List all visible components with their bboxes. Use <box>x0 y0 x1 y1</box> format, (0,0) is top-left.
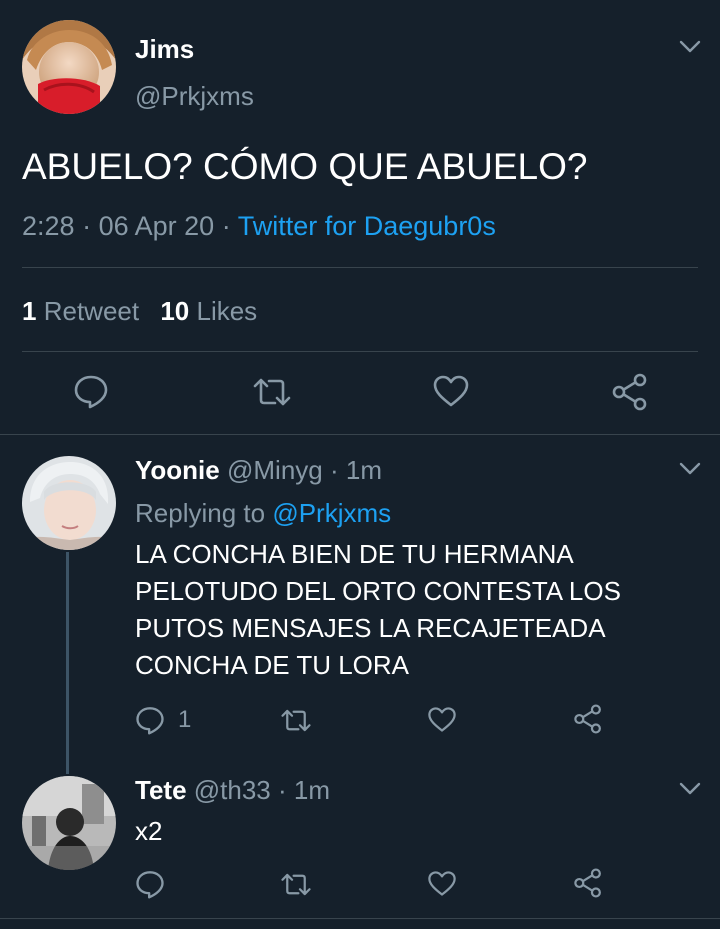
tweet-detail-screen: Jims @Prkjxms ABUELO? CÓMO QUE ABUELO? 2… <box>0 0 720 929</box>
handle[interactable]: @Prkjxms <box>135 80 254 112</box>
tweet-meta: 2:28 · 06 Apr 20 · Twitter for Daegubr0s <box>22 209 496 243</box>
avatar-jims[interactable] <box>22 20 116 114</box>
reply-count: 1 <box>178 706 192 733</box>
retweet-count: 1 <box>22 296 37 326</box>
engagement-stats: 1 Retweet 10 Likes <box>22 294 257 328</box>
reply-header: Yoonie @Minyg · 1m <box>135 453 382 487</box>
reply-text-line: PELOTUDO DEL ORTO CONTESTA LOS <box>135 576 621 606</box>
reply-icon[interactable] <box>135 869 165 899</box>
retweet-icon[interactable] <box>280 871 312 898</box>
replying-to-handle[interactable]: @Prkjxms <box>272 498 391 528</box>
divider <box>0 434 720 435</box>
avatar-tete[interactable] <box>22 776 116 870</box>
like-icon[interactable] <box>427 706 457 733</box>
display-name[interactable]: Jims <box>135 33 194 65</box>
handle[interactable]: @th33 <box>194 775 271 805</box>
chevron-down-icon[interactable] <box>679 40 701 54</box>
share-icon[interactable] <box>573 704 603 734</box>
display-name[interactable]: Tete <box>135 775 187 805</box>
tweet-date: 06 Apr 20 <box>98 211 215 241</box>
reply-text-line: PUTOS MENSAJES LA RECAJETEADA <box>135 613 606 643</box>
avatar-yoonie[interactable] <box>22 456 116 550</box>
reply-time: 1m <box>345 455 382 485</box>
retweet-stat[interactable]: 1 Retweet <box>22 296 146 326</box>
tweet-time: 2:28 <box>22 211 75 241</box>
like-icon[interactable] <box>432 374 470 408</box>
share-icon[interactable] <box>611 373 649 411</box>
retweet-icon[interactable] <box>252 375 292 409</box>
tweet-text: ABUELO? CÓMO QUE ABUELO? <box>22 146 588 187</box>
display-name[interactable]: Yoonie <box>135 455 220 485</box>
like-icon[interactable] <box>427 870 457 897</box>
like-count: 10 <box>160 296 190 326</box>
chevron-down-icon[interactable] <box>679 782 701 796</box>
replying-to-label: Replying to <box>135 498 266 528</box>
reply-time: 1m <box>293 775 331 805</box>
meta-separator: · <box>329 455 339 485</box>
share-icon[interactable] <box>573 868 603 898</box>
reply-text-line: CONCHA DE TU LORA <box>135 650 410 680</box>
reply-icon[interactable] <box>135 705 165 735</box>
chevron-down-icon[interactable] <box>679 462 701 476</box>
tweet-source-link[interactable]: Twitter for Daegubr0s <box>238 211 496 241</box>
reply-icon[interactable] <box>73 373 109 409</box>
thread-line <box>66 552 69 774</box>
divider <box>22 267 698 268</box>
handle[interactable]: @Minyg <box>227 455 323 485</box>
retweet-icon[interactable] <box>280 707 312 734</box>
like-label: Likes <box>196 296 258 326</box>
like-stat[interactable]: 10 Likes <box>160 296 257 326</box>
divider <box>22 351 698 352</box>
reply-text: LA CONCHA BIEN DE TU HERMANA PELOTUDO DE… <box>135 536 621 684</box>
reply-text-line: LA CONCHA BIEN DE TU HERMANA <box>135 539 574 569</box>
replying-to: Replying to @Prkjxms <box>135 496 391 530</box>
retweet-label: Retweet <box>43 296 140 326</box>
reply-text: x2 <box>135 816 163 846</box>
meta-separator: · <box>82 211 92 241</box>
reply-header: Tete @th33 · 1m <box>135 773 330 807</box>
divider <box>0 918 720 919</box>
meta-separator: · <box>221 211 231 241</box>
meta-separator: · <box>278 775 287 805</box>
